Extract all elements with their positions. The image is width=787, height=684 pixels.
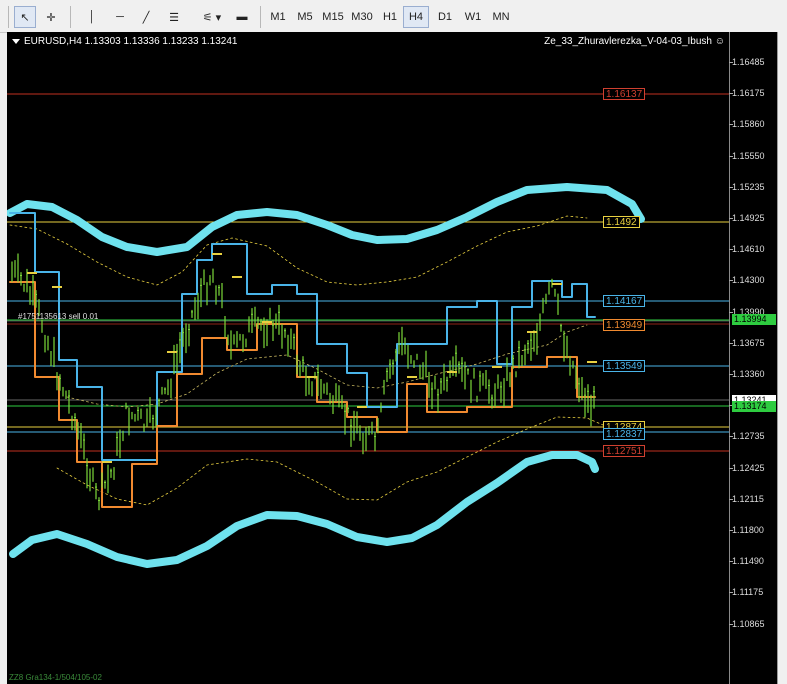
price-scale-label: 1.11490	[732, 556, 764, 567]
price-scale-label: 1.12735	[732, 431, 765, 442]
price-scale-label: 1.11800	[732, 525, 764, 535]
toolbar: ↖ ✛ │ ─ ╱ ☰ ⚟ ▾ ▬ M1 M5 M15 M30 H1 H4 D1 W1 MN	[0, 0, 787, 33]
shapes-tool-button[interactable]: ⚟ ▾	[198, 6, 226, 28]
fibonacci-tool-button[interactable]: ☰	[164, 6, 184, 28]
toolbar-separator	[260, 6, 261, 28]
price-scale-label: 1.12115	[732, 493, 764, 504]
price-scale-label: 1.10865	[732, 618, 765, 629]
timeframe-w1-button[interactable]: W1	[460, 6, 486, 28]
timeframe-m5-button[interactable]: M5	[292, 6, 318, 28]
price-scale-label: 1.16175	[732, 88, 765, 99]
chart-window[interactable]: EURUSD,H4 1.13303 1.13336 1.13233 1.1324…	[7, 32, 777, 684]
level-price-tag: 1.13549	[603, 360, 646, 372]
smiley-icon: ☺	[714, 36, 725, 47]
upper-envelope-band	[7, 183, 645, 256]
cursor-tool-button[interactable]: ↖	[14, 6, 36, 28]
chart-frame: EURUSD,H4 1.13303 1.13336 1.13233 1.1324…	[7, 32, 777, 684]
timeframe-m1-button[interactable]: M1	[265, 6, 291, 28]
price-scale-label: 1.16485	[732, 57, 765, 67]
horizontal-line-tool-button[interactable]: ─	[110, 6, 130, 28]
indicator-footer: ZZ8 Gra134-1/504/105-02	[9, 673, 102, 682]
toolbar-separator	[70, 6, 71, 28]
lower-envelope-band	[9, 451, 599, 568]
level-price-tag: 1.12837	[603, 428, 646, 440]
right-edge-panel	[777, 32, 787, 684]
upper-dotted-envelope	[9, 215, 588, 286]
price-scale-label: 1.14610	[732, 244, 765, 255]
crosshair-tool-button[interactable]: ✛	[40, 6, 62, 28]
price-scale-divider	[729, 32, 730, 684]
price-scale-label: 1.11175	[732, 587, 764, 598]
level-price-tag: 1.1492	[603, 216, 640, 228]
chart-symbol-info: EURUSD,H4 1.13303 1.13336 1.13233 1.1324…	[24, 36, 238, 47]
price-scale-label: 1.15860	[732, 119, 765, 130]
timeframe-d1-button[interactable]: D1	[432, 6, 458, 28]
timeframe-h4-button[interactable]: H4	[403, 6, 429, 28]
price-scale-label: 1.15235	[732, 181, 765, 192]
blue-channel-line	[9, 212, 596, 461]
price-scale-label: 1.13675	[732, 337, 765, 348]
vertical-line-tool-button[interactable]: │	[82, 6, 102, 28]
scale-price-tag: 1.13994	[732, 314, 776, 325]
timeframe-h1-button[interactable]: H1	[377, 6, 403, 28]
indicator-name: Ze_33_Zhuravlerezka_V-04-03_Ibush ☺	[544, 36, 725, 47]
price-scale-label: 1.15550	[732, 150, 765, 161]
timeframe-m30-button[interactable]: M30	[349, 6, 375, 28]
price-scale-label: 1.13360	[732, 369, 765, 379]
trendline-tool-button[interactable]: ╱	[136, 6, 156, 28]
order-label: #1751135613 sell 0.01	[18, 312, 99, 321]
level-price-tag: 1.13949	[603, 319, 646, 331]
price-scale-label: 1.14300	[732, 275, 765, 286]
chart-canvas[interactable]	[7, 32, 777, 684]
price-scale-label: 1.12425	[732, 462, 765, 473]
rectangle-tool-button[interactable]: ▬	[232, 6, 252, 28]
scale-price-tag: 1.13174	[732, 401, 776, 412]
chart-menu-triangle-icon[interactable]	[12, 38, 20, 44]
level-price-tag: 1.12751	[603, 445, 646, 457]
price-scale-label: 1.14925	[732, 213, 765, 223]
chart-header: EURUSD,H4 1.13303 1.13336 1.13233 1.1324…	[12, 36, 238, 47]
level-price-tag: 1.16137	[603, 88, 646, 100]
toolbar-separator	[8, 6, 9, 28]
timeframe-m15-button[interactable]: M15	[320, 6, 346, 28]
timeframe-mn-button[interactable]: MN	[488, 6, 514, 28]
indicator-name-text: Ze_33_Zhuravlerezka_V-04-03_Ibush	[544, 36, 712, 47]
level-price-tag: 1.14167	[603, 295, 646, 307]
